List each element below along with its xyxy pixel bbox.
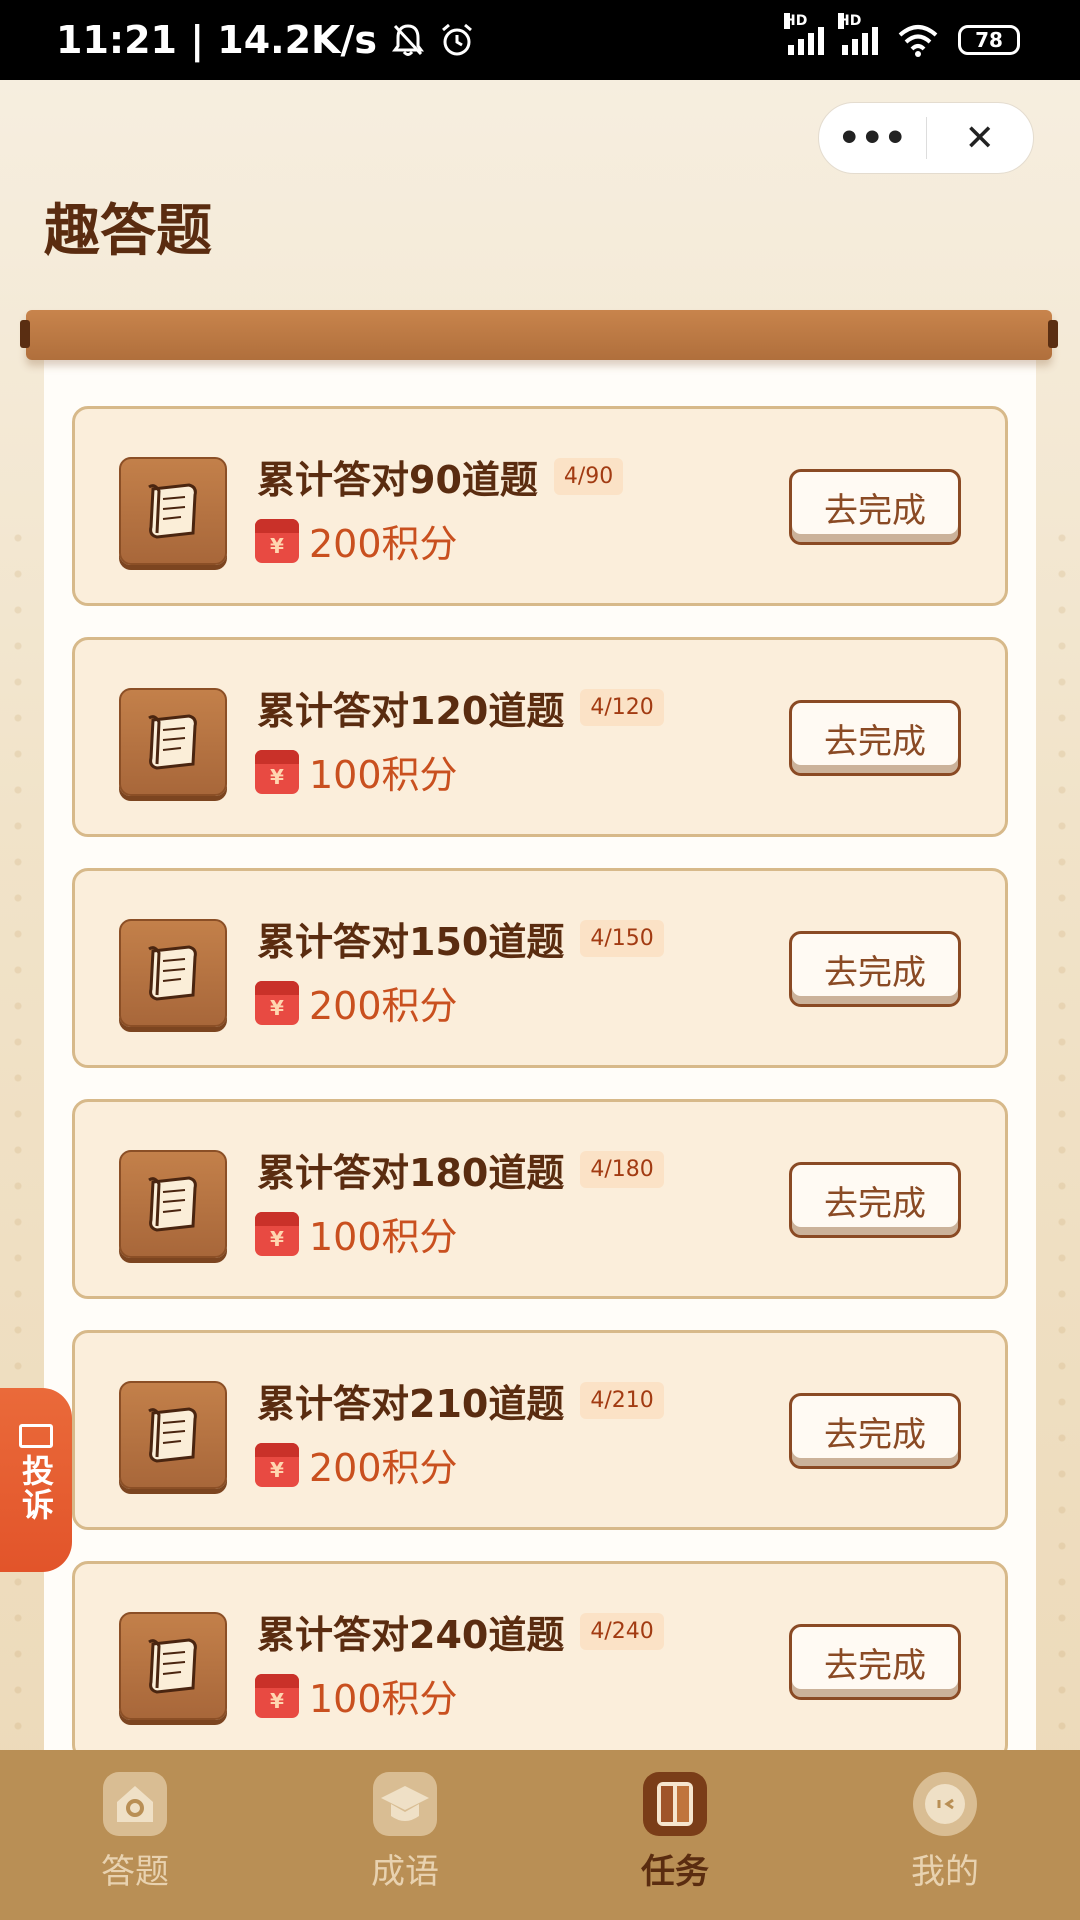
status-left: 11:21 | 14.2K/s [56, 18, 475, 62]
complaint-button[interactable]: 投诉 [0, 1388, 72, 1572]
tab-label: 答题 [101, 1852, 169, 1892]
go-complete-button[interactable]: 去完成 [789, 1162, 961, 1238]
progress-badge: 4/180 [580, 1151, 664, 1188]
task-card: 累计答对180道题 4/180 ¥ 100积分 去完成 [72, 1099, 1008, 1299]
tab-label: 任务 [641, 1852, 709, 1892]
battery-indicator: 78 [958, 25, 1020, 55]
more-button[interactable]: ••• [819, 103, 926, 173]
task-card: 累计答对120道题 4/120 ¥ 100积分 去完成 [72, 637, 1008, 837]
scroll-rod [20, 310, 1058, 360]
task-title: 累计答对240道题 4/240 [257, 1604, 664, 1659]
task-title-text: 累计答对120道题 [257, 689, 565, 733]
task-card: 累计答对150道题 4/150 ¥ 200积分 去完成 [72, 868, 1008, 1068]
status-right: HD HD 78 [784, 13, 1020, 57]
go-complete-button[interactable]: 去完成 [789, 931, 961, 1007]
mute-bell-icon [392, 24, 424, 56]
go-complete-button[interactable]: 去完成 [789, 1624, 961, 1700]
house-icon [103, 1772, 167, 1836]
scroll-icon [119, 457, 227, 565]
go-complete-button[interactable]: 去完成 [789, 1393, 961, 1469]
page-title: 趣答题 [44, 199, 212, 264]
book-icon [643, 1772, 707, 1836]
bottom-tab-bar: 答题 成语 任务 我的 [0, 1750, 1080, 1920]
alarm-icon [442, 23, 472, 56]
red-packet-icon: ¥ [255, 1673, 299, 1718]
progress-badge: 4/210 [580, 1382, 664, 1419]
tab-label: 我的 [911, 1852, 979, 1892]
hd-label: HD [838, 13, 862, 29]
wifi-icon [898, 25, 938, 57]
task-title-text: 累计答对150道题 [257, 920, 565, 964]
task-reward: ¥ 100积分 [255, 744, 458, 799]
reward-text: 100积分 [309, 1677, 458, 1721]
status-bar: 11:21 | 14.2K/s HD HD 78 [0, 0, 1080, 80]
go-complete-button[interactable]: 去完成 [789, 700, 961, 776]
signal-icon-2: HD [838, 13, 878, 55]
task-title: 累计答对90道题 4/90 [257, 449, 624, 504]
reward-text: 200积分 [309, 1446, 458, 1490]
signal-icon: HD [784, 13, 824, 55]
red-packet-icon: ¥ [255, 1442, 299, 1487]
mail-icon [19, 1424, 53, 1448]
tab-mine[interactable]: 我的 [810, 1750, 1080, 1920]
red-packet-icon: ¥ [255, 749, 299, 794]
task-title-text: 累计答对180道题 [257, 1151, 565, 1195]
reward-text: 200积分 [309, 984, 458, 1028]
tab-tasks[interactable]: 任务 [540, 1750, 810, 1920]
task-reward: ¥ 200积分 [255, 975, 458, 1030]
progress-badge: 4/90 [553, 458, 624, 495]
scroll-icon [119, 688, 227, 796]
red-packet-icon: ¥ [255, 518, 299, 563]
task-title-text: 累计答对240道题 [257, 1613, 565, 1657]
scroll-icon [119, 919, 227, 1027]
task-reward: ¥ 100积分 [255, 1206, 458, 1261]
red-packet-icon: ¥ [255, 980, 299, 1025]
tab-answer[interactable]: 答题 [0, 1750, 270, 1920]
task-title: 累计答对120道题 4/120 [257, 680, 664, 735]
task-title: 累计答对180道题 4/180 [257, 1142, 664, 1197]
scroll-icon [119, 1150, 227, 1258]
task-reward: ¥ 200积分 [255, 1437, 458, 1492]
reward-text: 200积分 [309, 522, 458, 566]
task-title-text: 累计答对210道题 [257, 1382, 565, 1426]
progress-badge: 4/120 [580, 689, 664, 726]
tab-idioms[interactable]: 成语 [270, 1750, 540, 1920]
progress-badge: 4/150 [580, 920, 664, 957]
scroll-icon [119, 1381, 227, 1489]
task-reward: ¥ 100积分 [255, 1668, 458, 1723]
task-title: 累计答对210道题 4/210 [257, 1373, 664, 1428]
task-card: 累计答对210道题 4/210 ¥ 200积分 去完成 [72, 1330, 1008, 1530]
miniprogram-capsule: ••• ✕ [818, 102, 1034, 174]
tab-label: 成语 [371, 1852, 439, 1892]
task-card: 累计答对240道题 4/240 ¥ 100积分 去完成 [72, 1561, 1008, 1761]
face-icon [913, 1772, 977, 1836]
task-title-text: 累计答对90道题 [257, 458, 538, 502]
red-packet-icon: ¥ [255, 1211, 299, 1256]
task-title: 累计答对150道题 4/150 [257, 911, 664, 966]
task-reward: ¥ 200积分 [255, 513, 458, 568]
status-time: 11:21 | 14.2K/s [56, 18, 377, 62]
hd-label: HD [784, 13, 808, 29]
complaint-label: 投诉 [17, 1454, 55, 1522]
reward-text: 100积分 [309, 753, 458, 797]
reward-text: 100积分 [309, 1215, 458, 1259]
task-card: 累计答对90道题 4/90 ¥ 200积分 去完成 [72, 406, 1008, 606]
graduation-cap-icon [373, 1772, 437, 1836]
go-complete-button[interactable]: 去完成 [789, 469, 961, 545]
close-button[interactable]: ✕ [927, 103, 1034, 173]
progress-badge: 4/240 [580, 1613, 664, 1650]
scroll-icon [119, 1612, 227, 1720]
